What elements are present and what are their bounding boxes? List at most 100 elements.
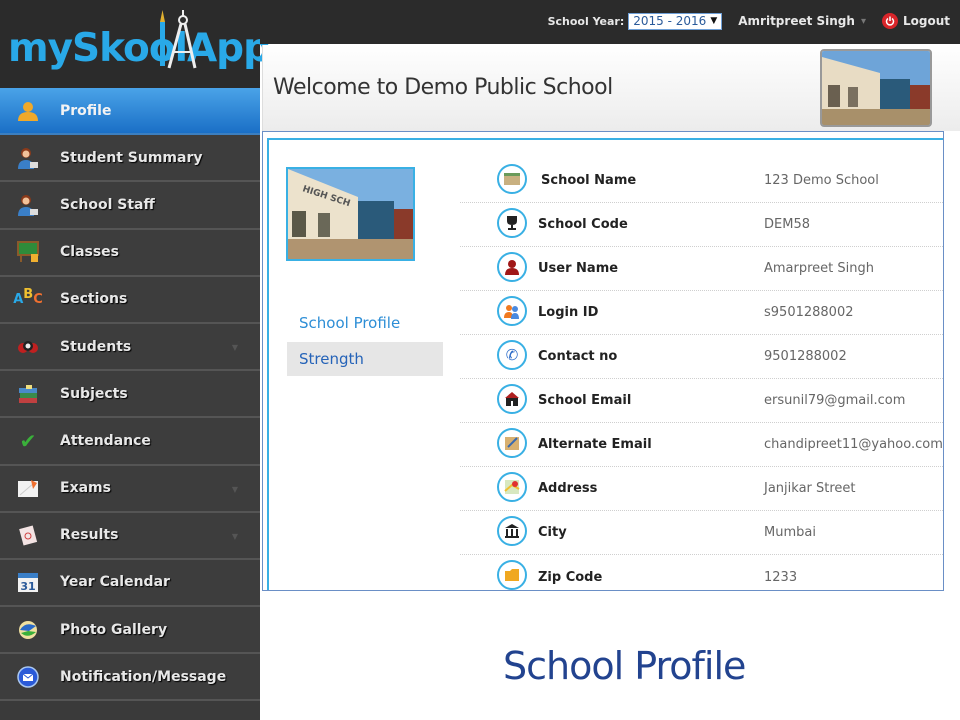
chevron-down-icon[interactable]: ▾ [861,16,866,27]
sidebar-item-label: School Staff [60,196,155,213]
calendar-icon: 31 [16,570,40,594]
sidebar-item-label: Student Summary [60,149,203,166]
sidebar-item-label: Attendance [60,432,151,449]
field-value: 123 Demo School [764,173,879,188]
sidebar-item-label: Subjects [60,385,128,402]
users-icon [497,296,527,326]
svg-text:31: 31 [20,580,35,593]
field-label: Address [538,481,598,496]
field-label: Zip Code [538,569,603,585]
blackboard-icon [16,240,40,264]
topbar-controls: School Year: 2015 - 2016 ▼ Amritpreet Si… [548,10,950,32]
field-value: 1233 [764,569,798,585]
list-item: Alternate Email chandipreet11@yahoo.com [460,423,943,467]
list-item: School Name 123 Demo School [460,159,943,203]
sidebar-item-year-calendar[interactable]: 31 Year Calendar [0,559,260,608]
user-menu[interactable]: Amritpreet Singh [738,14,855,28]
logo-text: mySkoolApp [8,26,271,71]
chevron-down-icon[interactable]: ▼ [232,485,238,494]
field-value: chandipreet11@yahoo.com [764,437,943,452]
list-item: Zip Code 1233 [460,555,943,599]
profile-fields-list: School Name 123 Demo School School Code … [460,159,943,599]
schoolhouse-icon [497,384,527,414]
page-title: Welcome to Demo Public School [273,75,613,100]
students-group-icon [16,335,40,359]
sidebar-item-sections[interactable]: ABC Sections [0,276,260,324]
sidebar-item-photo-gallery[interactable]: Photo Gallery [0,607,260,655]
welcome-header: Welcome to Demo Public School [262,45,960,131]
sidebar-item-label: Notification/Message [60,668,227,685]
photo-gallery-icon [16,618,40,642]
exam-paper-icon [16,476,40,500]
notepad-icon [497,428,527,458]
list-item: School Code DEM58 [460,203,943,247]
sidebar-item-school-staff[interactable]: School Staff [0,182,260,230]
field-label: Contact no [538,349,618,364]
field-label: Alternate Email [538,437,652,452]
chevron-down-icon[interactable]: ▼ [232,343,238,352]
sidebar-item-label: Profile [60,102,112,119]
sidebar-item-attendance[interactable]: ✔ Attendance [0,418,260,466]
result-sheet-icon [16,523,40,547]
field-value: s9501288002 [764,305,854,320]
tab-school-profile[interactable]: School Profile [287,306,443,340]
sidebar-item-label: Results [60,527,119,544]
map-icon [497,472,527,502]
trophy-icon [497,208,527,238]
city-hall-icon [497,516,527,546]
school-thumbnail [820,49,932,127]
sidebar-item-profile[interactable]: Profile [0,88,260,136]
logout-button[interactable]: Logout [903,14,950,28]
field-label: School Code [538,217,628,232]
field-value: Mumbai [764,525,816,540]
sidebar-item-notification-message[interactable]: Notification/Message [0,654,260,702]
sidebar: mySkoolApp Profile Student Summary Schoo… [0,0,271,720]
dropdown-arrow-icon: ▼ [710,16,718,26]
school-year-select[interactable]: 2015 - 2016 ▼ [628,12,723,30]
teacher-icon [16,193,40,217]
field-label: Login ID [538,305,599,320]
field-value: Amarpreet Singh [764,261,874,276]
school-building-icon [497,164,527,194]
school-year-value: 2015 - 2016 [633,14,707,28]
person-icon [16,99,40,123]
tab-strength[interactable]: Strength [287,342,443,376]
abc-blocks-icon: ABC [13,286,43,307]
sidebar-item-student-summary[interactable]: Student Summary [0,135,260,183]
books-icon [16,382,40,406]
list-item: City Mumbai [460,511,943,555]
field-value: ersunil79@gmail.com [764,393,906,408]
sidebar-item-exams[interactable]: Exams ▼ [0,465,260,513]
phone-icon: ✆ [497,340,527,370]
field-value: Janjikar Street [764,481,856,496]
sidebar-item-label: Photo Gallery [60,621,168,638]
list-item: User Name Amarpreet Singh [460,247,943,291]
field-label: School Email [538,393,632,408]
message-icon [16,665,40,689]
field-label: School Name [541,173,637,188]
compass-pencil-icon [160,10,197,69]
chevron-down-icon[interactable]: ▼ [232,532,238,541]
school-year-label: School Year: [547,14,625,28]
user-icon [497,252,527,282]
sidebar-nav: Profile Student Summary School Staff Cla… [0,88,260,702]
sidebar-item-label: Year Calendar [60,574,170,591]
sidebar-item-label: Sections [60,291,128,308]
list-item: Login ID s9501288002 [460,291,943,335]
list-item: Address Janjikar Street [460,467,943,511]
sidebar-item-students[interactable]: Students ▼ [0,323,260,372]
folder-icon [497,560,527,590]
sidebar-item-label: Exams [60,480,111,497]
app-logo[interactable]: mySkoolApp [0,0,271,88]
sidebar-item-subjects[interactable]: Subjects [0,371,260,419]
slide-caption: School Profile [503,644,746,688]
sidebar-item-classes[interactable]: Classes [0,229,260,277]
sidebar-item-results[interactable]: Results ▼ [0,512,260,560]
sidebar-item-label: Classes [60,244,120,261]
power-icon[interactable] [881,13,898,29]
field-label: User Name [538,261,619,276]
top-bar: School Year: 2015 - 2016 ▼ Amritpreet Si… [260,0,960,44]
teacher-icon [16,146,40,170]
sidebar-item-label: Students [60,338,132,355]
school-photo: HIGH SCH [286,167,415,261]
